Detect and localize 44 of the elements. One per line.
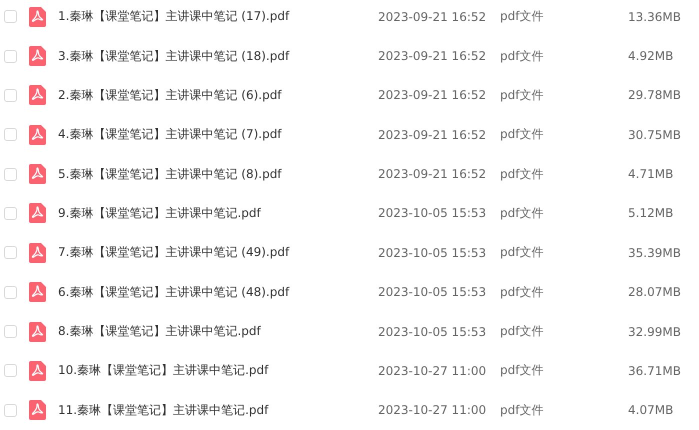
file-name[interactable]: 1.秦琳【课堂笔记】主讲课中笔记 (17).pdf [58, 8, 378, 26]
file-size: 29.78MB [628, 88, 681, 102]
file-name[interactable]: 10.秦琳【课堂笔记】主讲课中笔记.pdf [58, 362, 378, 380]
file-name[interactable]: 3.秦琳【课堂笔记】主讲课中笔记 (18).pdf [58, 48, 378, 65]
file-size: 4.71MB [628, 167, 674, 182]
modified-date: 2023-09-21 16:52 [378, 10, 488, 24]
file-size: 28.07MB [628, 285, 681, 300]
modified-date: 2023-10-05 15:53 [378, 285, 488, 300]
file-name[interactable]: 8.秦琳【课堂笔记】主讲课中笔记.pdf [58, 323, 378, 340]
file-size: 13.36MB [628, 10, 681, 24]
file-type: pdf文件 [500, 126, 544, 144]
file-name[interactable]: 7.秦琳【课堂笔记】主讲课中笔记 (49).pdf [58, 244, 378, 262]
file-type: pdf文件 [500, 48, 544, 65]
file-name[interactable]: 11.秦琳【课堂笔记】主讲课中笔记.pdf [58, 402, 378, 419]
file-name[interactable]: 6.秦琳【课堂笔记】主讲课中笔记 (48).pdf [58, 284, 378, 301]
modified-date: 2023-10-27 11:00 [378, 403, 488, 418]
file-type: pdf文件 [500, 204, 544, 222]
modified-date: 2023-09-21 16:52 [378, 88, 488, 102]
file-type: pdf文件 [500, 323, 544, 340]
file-name[interactable]: 9.秦琳【课堂笔记】主讲课中笔记.pdf [58, 204, 378, 222]
file-type: pdf文件 [500, 244, 544, 262]
file-type: pdf文件 [500, 8, 544, 26]
file-name[interactable]: 4.秦琳【课堂笔记】主讲课中笔记 (7).pdf [58, 126, 378, 144]
modified-date: 2023-10-05 15:53 [378, 246, 488, 260]
file-name[interactable]: 2.秦琳【课堂笔记】主讲课中笔记 (6).pdf [58, 86, 378, 104]
modified-date: 2023-10-27 11:00 [378, 364, 488, 378]
file-size: 5.12MB [628, 206, 674, 220]
file-type: pdf文件 [500, 284, 544, 301]
file-type: pdf文件 [500, 166, 544, 183]
modified-date: 2023-09-21 16:52 [378, 167, 488, 182]
file-size: 4.92MB [628, 49, 674, 64]
file-type: pdf文件 [500, 86, 544, 104]
file-size: 30.75MB [628, 128, 681, 142]
modified-date: 2023-09-21 16:52 [378, 49, 488, 64]
file-name[interactable]: 5.秦琳【课堂笔记】主讲课中笔记 (8).pdf [58, 166, 378, 183]
file-type: pdf文件 [500, 362, 544, 380]
modified-date: 2023-10-05 15:53 [378, 206, 488, 220]
modified-date: 2023-09-21 16:52 [378, 128, 488, 142]
file-size: 4.07MB [628, 403, 674, 418]
file-size: 36.71MB [628, 364, 681, 378]
modified-date: 2023-10-05 15:53 [378, 324, 488, 339]
file-size: 32.99MB [628, 324, 681, 339]
file-type: pdf文件 [500, 402, 544, 419]
file-size: 35.39MB [628, 246, 681, 260]
